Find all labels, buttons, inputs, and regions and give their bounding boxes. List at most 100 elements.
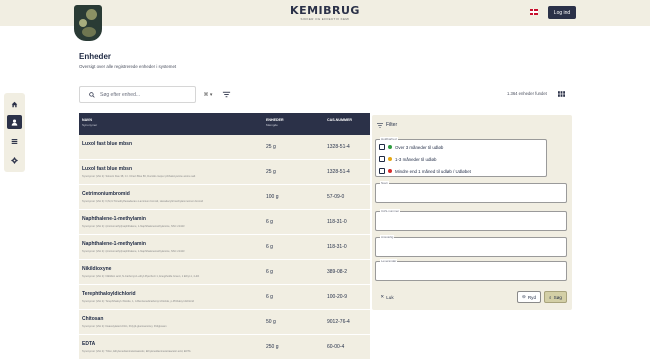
reset-label: Ryd [527, 294, 537, 300]
reset-button[interactable]: ⊖ Ryd [517, 291, 541, 303]
row-synonyms: Synonymer (Vist 2): Solvent blue 38, C.I… [82, 175, 196, 178]
column-subheader-name: Synonymer [82, 123, 98, 127]
table-row[interactable]: Naphthalene-1-methylamin Synonymer (Vist… [79, 210, 370, 235]
expiry-option-label: Mindre end 1 måned til udløb / Udløbet [395, 168, 471, 174]
list-icon [11, 138, 18, 144]
row-quantity: 250 g [266, 344, 279, 350]
page-title: Enheder [79, 52, 112, 61]
row-quantity: 100 g [266, 194, 279, 200]
login-button[interactable]: Log ind [548, 6, 576, 19]
responsible-field-legend: Ansvarlig [380, 235, 395, 239]
nav-item-home[interactable] [7, 97, 22, 111]
status-dot-red [388, 169, 392, 173]
table-row[interactable]: Cetrimoniumbromid Synonymer (Vist 3): N,… [79, 185, 370, 210]
table-row[interactable]: Luxol fast blue mbsn 25 g 1328-51-4 [79, 135, 370, 160]
expiry-option-1-3[interactable]: 1-3 måneder til udløb [379, 156, 437, 162]
status-dot-green [388, 145, 392, 149]
filter-icon [377, 122, 383, 128]
row-quantity: 6 g [266, 219, 273, 225]
row-cas: 9012-76-4 [327, 319, 350, 325]
row-synonyms: Synonymer (Vist 3): N,N,N-Trimethylhexad… [82, 200, 204, 203]
row-name: Luxol fast blue mbsn [82, 166, 133, 172]
search-icon: ⌕ [548, 294, 552, 300]
filter-title-label: Filter [386, 122, 398, 128]
row-name: Nikildioxyne [82, 266, 112, 272]
row-synonyms: Synonymer (Vist 2): Trilon, Ethylenediam… [82, 350, 191, 353]
home-icon [11, 101, 18, 107]
column-header-units[interactable]: ENHEDER [266, 118, 284, 122]
table-row[interactable]: Nikildioxyne Synonymer (Vist 2): Nikildi… [79, 260, 370, 285]
brand-tagline: SIKKER OG EFFEKTIV KEMI [300, 17, 350, 21]
table-row[interactable]: EDTA Synonymer (Vist 2): Trilon, Ethylen… [79, 335, 370, 359]
row-quantity: 6 g [266, 294, 273, 300]
row-quantity: 6 g [266, 269, 273, 275]
checkbox[interactable] [379, 168, 385, 174]
expiry-option-over-3[interactable]: Over 3 måneder til udløb [379, 144, 443, 150]
row-cas: 389-08-2 [327, 269, 348, 275]
responsible-field[interactable]: Ansvarlig [375, 235, 567, 257]
table-row[interactable]: Luxol fast blue mbsn Synonymer (Vist 2):… [79, 160, 370, 185]
table-body: Luxol fast blue mbsn 25 g 1328-51-4 Luxo… [79, 135, 370, 359]
view-toggle-icon[interactable] [558, 91, 565, 97]
user-icon [11, 119, 18, 126]
logo[interactable] [74, 5, 102, 41]
filter-icon[interactable] [222, 90, 231, 99]
search-box [79, 86, 196, 103]
expiry-fieldset: Holdbarhed Over 3 måneder til udløb 1-3 … [375, 137, 547, 177]
checkbox[interactable] [379, 144, 385, 150]
row-quantity: 6 g [266, 244, 273, 250]
row-cas: 1328-51-4 [327, 169, 350, 175]
gear-icon [11, 156, 18, 164]
row-name: Naphthalene-1-methylamin [82, 216, 146, 222]
row-name: Chitosan [82, 316, 104, 322]
supplier-field[interactable]: Leverandør [375, 259, 567, 281]
name-field[interactable]: Navn [375, 181, 567, 203]
search-icon [89, 92, 95, 98]
row-name: Naphthalene-1-methylamin [82, 241, 146, 247]
row-cas: 100-20-9 [327, 294, 348, 300]
row-synonyms: Synonymer (Vist 2): Deacetylated chitin,… [82, 325, 167, 328]
row-name: Terephthaloyldichlorid [82, 291, 136, 297]
nav-item-list[interactable] [7, 134, 22, 148]
expiry-legend: Holdbarhed [380, 137, 398, 141]
table-header: NAVN Synonymer ENHEDER Mængde CAS-NUMMER [79, 113, 370, 135]
row-synonyms: Synonymer (Vist 2): (Aminomethyl)naphtha… [82, 225, 185, 228]
search-button[interactable]: ⌕ Søg [544, 291, 567, 303]
table-row[interactable]: Naphthalene-1-methylamin Synonymer (Vist… [79, 235, 370, 260]
scan-dropdown-button[interactable]: ⌘ ▾ [200, 90, 216, 99]
page-subtitle: Oversigt over alle registrerede enheder … [79, 64, 177, 69]
row-synonyms: Synonymer (Vist 2): Nikildion acid, N-Ca… [82, 275, 200, 278]
name-field-legend: Navn [380, 181, 390, 185]
supplier-field-legend: Leverandør [380, 259, 398, 263]
nav-item-user[interactable] [7, 115, 22, 129]
search-button-label: Søg [553, 294, 562, 300]
row-cas: 57-09-0 [327, 194, 345, 200]
nav-item-settings[interactable] [7, 153, 22, 167]
top-bar: KEMIBRUG SIKKER OG EFFEKTIV KEMI Log ind [0, 0, 650, 41]
expiry-option-label: Over 3 måneder til udløb [395, 144, 444, 150]
reset-icon: ⊖ [521, 294, 526, 299]
close-filter-button[interactable]: ✕ Luk [377, 291, 397, 303]
row-cas: 60-00-4 [327, 344, 345, 350]
expiry-option-expired[interactable]: Mindre end 1 måned til udløb / Udløbet [379, 168, 471, 174]
filter-panel-title: Filter [377, 122, 397, 128]
expiry-option-label: 1-3 måneder til udløb [395, 156, 437, 162]
cas-field[interactable]: CAS-nummer [375, 209, 567, 231]
column-header-name[interactable]: NAVN [82, 118, 92, 122]
column-header-cas[interactable]: CAS-NUMMER [327, 118, 352, 122]
status-dot-yellow [388, 157, 392, 161]
table-row[interactable]: Terephthaloyldichlorid Synonymer (Vist 2… [79, 285, 370, 310]
side-nav [4, 93, 25, 172]
row-synonyms: Synonymer (Vist 2): (Aminomethyl)naphtha… [82, 250, 185, 253]
row-name: EDTA [82, 341, 96, 347]
checkbox[interactable] [379, 156, 385, 162]
danish-flag-icon[interactable] [530, 9, 538, 15]
table-row[interactable]: Chitosan Synonymer (Vist 2): Deacetylate… [79, 310, 370, 335]
close-icon: ✕ [380, 294, 385, 299]
row-cas: 1328-51-4 [327, 144, 350, 150]
row-cas: 118-31-0 [327, 244, 347, 250]
brand-name: KEMIBRUG [290, 4, 360, 17]
row-cas: 118-31-0 [327, 219, 347, 225]
row-quantity: 25 g [266, 144, 276, 150]
search-input[interactable] [100, 90, 190, 100]
